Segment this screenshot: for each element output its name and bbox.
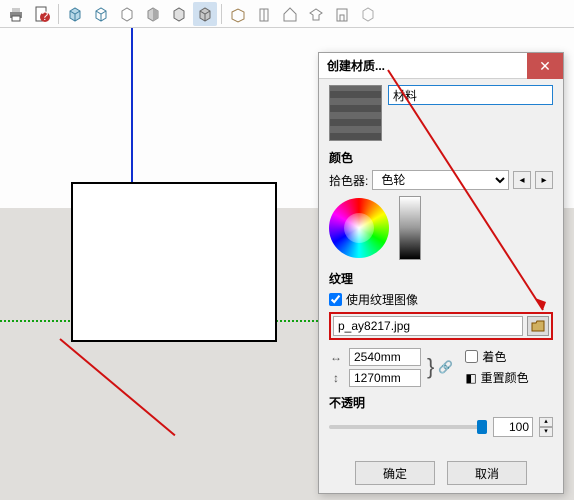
picker-select[interactable]: 色轮	[372, 170, 509, 190]
colorize-checkbox[interactable]	[465, 350, 478, 363]
material-preview	[329, 85, 382, 141]
use-texture-label: 使用纹理图像	[346, 291, 418, 308]
tool-mono-icon[interactable]	[167, 2, 191, 26]
tool-flat-icon[interactable]	[115, 2, 139, 26]
colorize-label: 着色	[482, 348, 506, 365]
reset-color-label: 重置颜色	[481, 369, 529, 386]
opacity-section-label: 不透明	[329, 394, 553, 411]
tool-shaded-icon[interactable]	[141, 2, 165, 26]
link-brace: }	[427, 354, 434, 380]
close-button[interactable]: ✕	[527, 53, 563, 79]
texture-file-input[interactable]	[333, 316, 523, 336]
aspect-lock-icon[interactable]: 🔗	[438, 360, 453, 374]
main-toolbar: ?	[0, 0, 574, 28]
tool-misc-icon[interactable]	[356, 2, 380, 26]
use-texture-checkbox[interactable]	[329, 293, 342, 306]
color-section-label: 颜色	[329, 149, 553, 166]
width-icon: ↔	[329, 350, 343, 364]
tool-door-icon[interactable]	[330, 2, 354, 26]
picker-back-button[interactable]: ◂	[513, 171, 531, 189]
texture-width-input[interactable]	[349, 348, 421, 366]
browse-file-button[interactable]	[527, 316, 549, 336]
model-face[interactable]	[71, 182, 277, 342]
tool-wireframe-icon[interactable]	[89, 2, 113, 26]
tool-box-icon[interactable]	[226, 2, 250, 26]
tool-printer-icon[interactable]	[4, 2, 28, 26]
opacity-down-button[interactable]: ▾	[539, 427, 553, 437]
texture-height-input[interactable]	[349, 369, 421, 387]
tool-cube-icon[interactable]	[63, 2, 87, 26]
texture-file-row	[329, 312, 553, 340]
axis-blue	[131, 28, 133, 188]
value-slider[interactable]	[399, 196, 421, 260]
color-wheel[interactable]	[329, 198, 389, 258]
opacity-input[interactable]	[493, 417, 533, 437]
tool-building-icon[interactable]	[252, 2, 276, 26]
reset-color-icon[interactable]: ◧	[465, 371, 476, 385]
create-material-dialog: 创建材质... ✕ 颜色 拾色器: 色轮 ◂ ▸ 纹理 使用纹理图像	[318, 52, 564, 494]
tool-help-icon[interactable]: ?	[30, 2, 54, 26]
height-icon: ↕	[329, 371, 343, 385]
ok-button[interactable]: 确定	[355, 461, 435, 485]
svg-text:?: ?	[42, 9, 49, 23]
tool-house-icon[interactable]	[278, 2, 302, 26]
cancel-button[interactable]: 取消	[447, 461, 527, 485]
tool-textured-icon[interactable]	[193, 2, 217, 26]
picker-fwd-button[interactable]: ▸	[535, 171, 553, 189]
texture-section-label: 纹理	[329, 270, 553, 287]
opacity-up-button[interactable]: ▴	[539, 417, 553, 427]
tool-component-icon[interactable]	[304, 2, 328, 26]
opacity-slider[interactable]	[329, 425, 487, 429]
material-name-input[interactable]	[388, 85, 553, 105]
picker-label: 拾色器:	[329, 172, 368, 189]
